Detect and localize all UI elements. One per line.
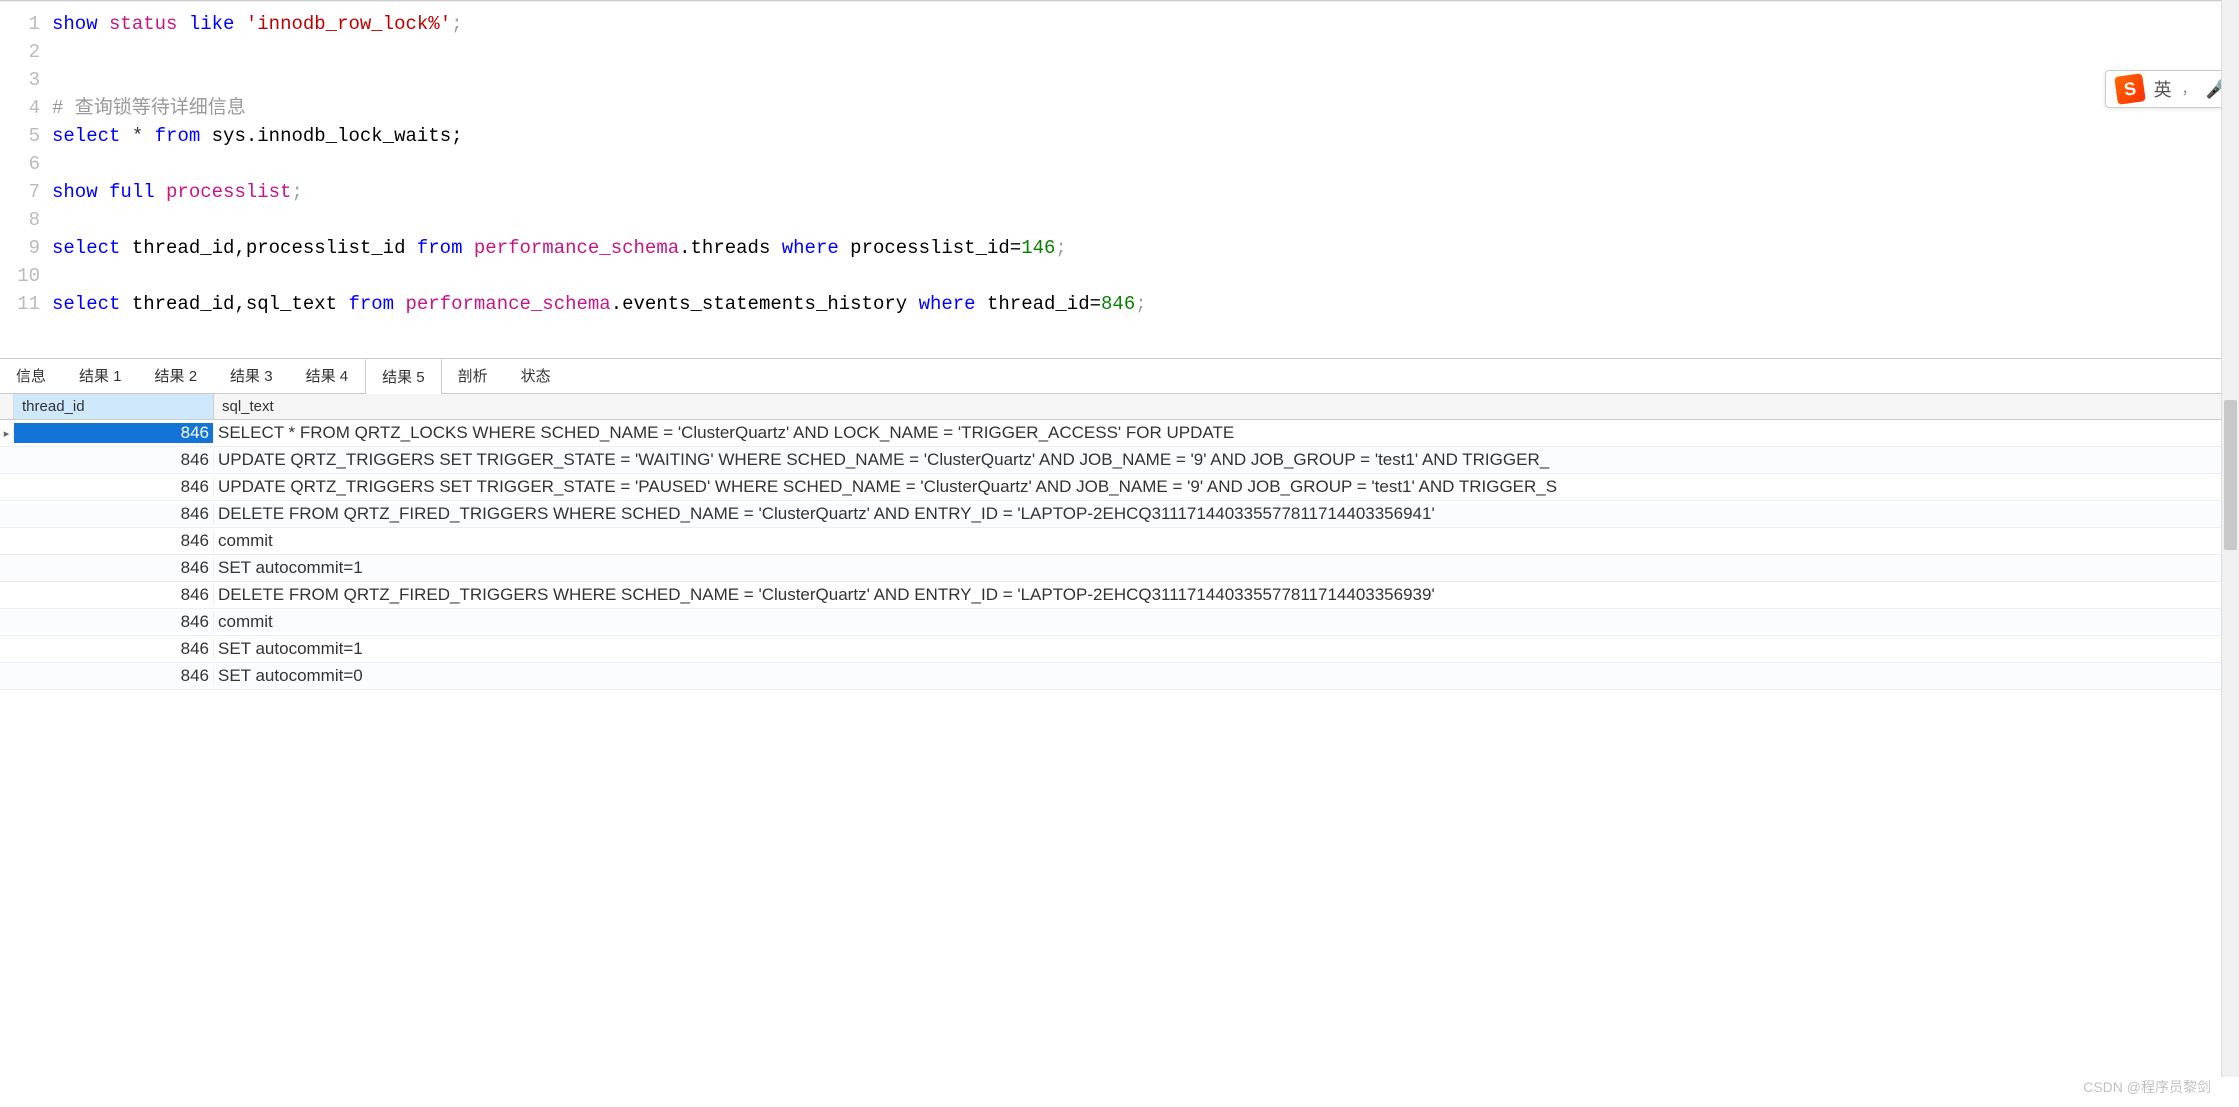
cell-thread-id[interactable]: 846 bbox=[14, 666, 214, 686]
grid-body: ▸846SELECT * FROM QRTZ_LOCKS WHERE SCHED… bbox=[0, 420, 2239, 690]
table-row[interactable]: ▸846SELECT * FROM QRTZ_LOCKS WHERE SCHED… bbox=[0, 420, 2239, 447]
line-number: 1 bbox=[0, 10, 40, 38]
cell-sql-text[interactable]: commit bbox=[214, 612, 2239, 632]
cell-thread-id[interactable]: 846 bbox=[14, 585, 214, 605]
table-row[interactable]: 846UPDATE QRTZ_TRIGGERS SET TRIGGER_STAT… bbox=[0, 447, 2239, 474]
grid-header: thread_id sql_text bbox=[0, 394, 2239, 420]
line-number: 10 bbox=[0, 262, 40, 290]
code-line[interactable]: select thread_id,sql_text from performan… bbox=[52, 290, 2239, 318]
line-number: 4 bbox=[0, 94, 40, 122]
tab-结果 3[interactable]: 结果 3 bbox=[214, 359, 290, 393]
sogou-logo-icon[interactable]: S bbox=[2114, 73, 2146, 105]
code-line[interactable] bbox=[52, 150, 2239, 178]
table-row[interactable]: 846DELETE FROM QRTZ_FIRED_TRIGGERS WHERE… bbox=[0, 501, 2239, 528]
line-number: 6 bbox=[0, 150, 40, 178]
tab-信息[interactable]: 信息 bbox=[0, 359, 63, 393]
line-gutter: 1234567891011 bbox=[0, 10, 52, 318]
cell-thread-id[interactable]: 846 bbox=[14, 558, 214, 578]
line-number: 7 bbox=[0, 178, 40, 206]
cell-sql-text[interactable]: commit bbox=[214, 531, 2239, 551]
vertical-scrollbar[interactable] bbox=[2221, 0, 2239, 1077]
cell-sql-text[interactable]: SET autocommit=0 bbox=[214, 666, 2239, 686]
cell-sql-text[interactable]: SET autocommit=1 bbox=[214, 558, 2239, 578]
cell-thread-id[interactable]: 846 bbox=[14, 477, 214, 497]
line-number: 9 bbox=[0, 234, 40, 262]
line-number: 3 bbox=[0, 66, 40, 94]
cell-sql-text[interactable]: DELETE FROM QRTZ_FIRED_TRIGGERS WHERE SC… bbox=[214, 504, 2239, 524]
code-line[interactable]: show full processlist; bbox=[52, 178, 2239, 206]
tab-结果 4[interactable]: 结果 4 bbox=[290, 359, 366, 393]
code-area[interactable]: show status like 'innodb_row_lock%'; # 查… bbox=[52, 10, 2239, 318]
cell-thread-id[interactable]: 846 bbox=[14, 639, 214, 659]
cell-thread-id[interactable]: 846 bbox=[14, 450, 214, 470]
cell-thread-id[interactable]: 846 bbox=[14, 531, 214, 551]
table-row[interactable]: 846commit bbox=[0, 609, 2239, 636]
code-line[interactable] bbox=[52, 38, 2239, 66]
table-row[interactable]: 846SET autocommit=1 bbox=[0, 555, 2239, 582]
sql-client-window: 1234567891011 show status like 'innodb_r… bbox=[0, 0, 2239, 1107]
tab-结果 1[interactable]: 结果 1 bbox=[63, 359, 139, 393]
line-number: 11 bbox=[0, 290, 40, 318]
code-line[interactable]: show status like 'innodb_row_lock%'; bbox=[52, 10, 2239, 38]
cell-thread-id[interactable]: 846 bbox=[14, 612, 214, 632]
code-line[interactable]: select thread_id,processlist_id from per… bbox=[52, 234, 2239, 262]
cell-thread-id[interactable]: 846 bbox=[14, 504, 214, 524]
result-grid: thread_id sql_text ▸846SELECT * FROM QRT… bbox=[0, 394, 2239, 1107]
cell-sql-text[interactable]: UPDATE QRTZ_TRIGGERS SET TRIGGER_STATE =… bbox=[214, 450, 2239, 470]
tab-结果 2[interactable]: 结果 2 bbox=[139, 359, 215, 393]
code-line[interactable]: # 查询锁等待详细信息 bbox=[52, 94, 2239, 122]
watermark-text: CSDN @程序员黎剑 bbox=[2083, 1077, 2211, 1097]
column-header-thread-id[interactable]: thread_id bbox=[14, 394, 214, 419]
table-row[interactable]: 846UPDATE QRTZ_TRIGGERS SET TRIGGER_STAT… bbox=[0, 474, 2239, 501]
code-line[interactable] bbox=[52, 206, 2239, 234]
cell-thread-id[interactable]: 846 bbox=[14, 423, 214, 443]
tab-结果 5[interactable]: 结果 5 bbox=[365, 359, 442, 393]
tab-状态[interactable]: 状态 bbox=[505, 359, 568, 393]
cell-sql-text[interactable]: DELETE FROM QRTZ_FIRED_TRIGGERS WHERE SC… bbox=[214, 585, 2239, 605]
sql-editor[interactable]: 1234567891011 show status like 'innodb_r… bbox=[0, 1, 2239, 358]
row-marker-icon: ▸ bbox=[0, 427, 14, 440]
ime-language[interactable]: 英 bbox=[2154, 76, 2172, 102]
row-marker-header bbox=[0, 394, 14, 419]
line-number: 2 bbox=[0, 38, 40, 66]
scrollbar-thumb[interactable] bbox=[2224, 400, 2237, 550]
tab-剖析[interactable]: 剖析 bbox=[442, 359, 505, 393]
line-number: 8 bbox=[0, 206, 40, 234]
column-header-sql-text[interactable]: sql_text bbox=[214, 394, 2239, 419]
code-line[interactable]: select * from sys.innodb_lock_waits; bbox=[52, 122, 2239, 150]
result-tabs: 信息结果 1结果 2结果 3结果 4结果 5剖析状态 bbox=[0, 358, 2239, 394]
table-row[interactable]: 846SET autocommit=1 bbox=[0, 636, 2239, 663]
cell-sql-text[interactable]: SET autocommit=1 bbox=[214, 639, 2239, 659]
line-number: 5 bbox=[0, 122, 40, 150]
cell-sql-text[interactable]: UPDATE QRTZ_TRIGGERS SET TRIGGER_STATE =… bbox=[214, 477, 2239, 497]
cell-sql-text[interactable]: SELECT * FROM QRTZ_LOCKS WHERE SCHED_NAM… bbox=[214, 423, 2239, 443]
table-row[interactable]: 846commit bbox=[0, 528, 2239, 555]
ime-separator: ， bbox=[2182, 79, 2196, 99]
ime-toolbar[interactable]: S 英 ， 🎤 bbox=[2105, 70, 2239, 108]
code-line[interactable] bbox=[52, 262, 2239, 290]
table-row[interactable]: 846DELETE FROM QRTZ_FIRED_TRIGGERS WHERE… bbox=[0, 582, 2239, 609]
code-line[interactable] bbox=[52, 66, 2239, 94]
table-row[interactable]: 846SET autocommit=0 bbox=[0, 663, 2239, 690]
